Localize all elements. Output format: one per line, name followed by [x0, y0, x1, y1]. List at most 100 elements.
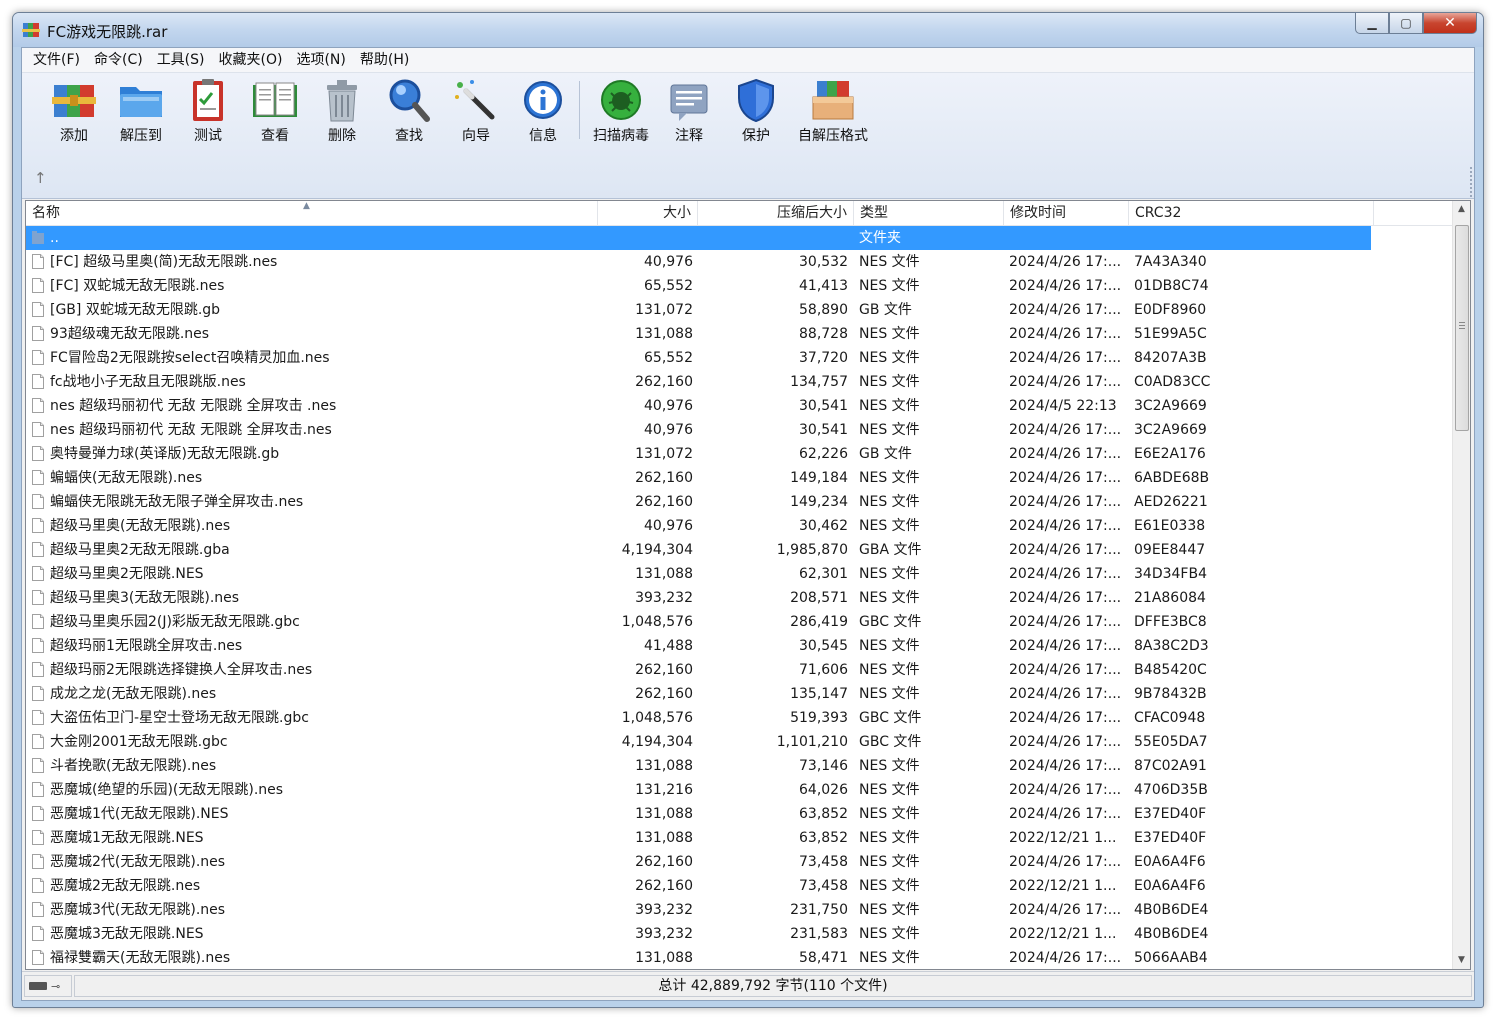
file-row[interactable]: 大金刚2001无敌无限跳.gbc 4,194,304 1,101,210 GBC 文件…: [26, 730, 1454, 754]
menu-item-3[interactable]: 收藏夹(O): [212, 48, 290, 72]
toolbar-grip[interactable]: [1470, 167, 1472, 197]
file-row[interactable]: 斗者挽歌(无敌无限跳).nes 131,088 73,146 NES 文件 2024/4…: [26, 754, 1454, 778]
file-row[interactable]: 恶魔城1代(无敌无限跳).NES 131,088 63,852 NES 文件 2024/…: [26, 802, 1454, 826]
file-name: 93超级魂无敌无限跳.nes: [50, 326, 210, 342]
file-size: 393,232: [635, 590, 693, 606]
toolbar-protect-button[interactable]: 保护: [723, 77, 789, 144]
column-header-modified[interactable]: 修改时间: [1004, 201, 1129, 225]
toolbar-wizard-button[interactable]: 向导: [443, 77, 509, 144]
menu-item-5[interactable]: 帮助(H): [353, 48, 416, 72]
file-row[interactable]: [FC] 超级马里奥(简)无敌无限跳.nes 40,976 30,532 NES 文件…: [26, 250, 1454, 274]
file-modified: 2024/4/26 17:...: [1009, 254, 1122, 270]
file-row[interactable]: 成龙之龙(无敌无限跳).nes 262,160 135,147 NES 文件 2024/…: [26, 682, 1454, 706]
column-name-label: 名称: [32, 205, 60, 221]
toolbar-view-button[interactable]: 查看: [242, 77, 308, 144]
column-header-packed[interactable]: 压缩后大小: [698, 201, 854, 225]
file-packed-size: 1,985,870: [776, 542, 848, 558]
file-modified: 2024/4/26 17:...: [1009, 662, 1122, 678]
column-header-crc[interactable]: CRC32: [1129, 201, 1374, 225]
menu-item-4[interactable]: 选项(N): [289, 48, 352, 72]
file-crc: 21A86084: [1134, 590, 1206, 606]
toolbar-find-button[interactable]: 查找: [376, 77, 442, 144]
file-packed-size: 58,471: [799, 950, 848, 966]
file-type: NES 文件: [859, 374, 920, 390]
toolbar-extract-button[interactable]: 解压到: [108, 77, 174, 144]
file-row[interactable]: fc战地小子无敌且无限跳版.nes 262,160 134,757 NES 文件 202…: [26, 370, 1454, 394]
parent-folder-row[interactable]: .. 文件夹: [26, 226, 1371, 250]
file-size: 131,088: [635, 758, 693, 774]
file-row[interactable]: 恶魔城3无敌无限跳.NES 393,232 231,583 NES 文件 2022/12…: [26, 922, 1454, 946]
toolbar-comment-button[interactable]: 注释: [656, 77, 722, 144]
file-row[interactable]: 恶魔城1无敌无限跳.NES 131,088 63,852 NES 文件 2022/12/…: [26, 826, 1454, 850]
file-row[interactable]: 恶魔城2无敌无限跳.nes 262,160 73,458 NES 文件 2022/12/…: [26, 874, 1454, 898]
up-one-level-button[interactable]: ↑: [34, 169, 47, 187]
toolbar-comment-label: 注释: [675, 128, 703, 144]
file-icon: [32, 398, 44, 413]
toolbar-info-button[interactable]: 信息: [510, 77, 576, 144]
file-packed-size: 231,750: [790, 902, 848, 918]
title-bar[interactable]: FC游戏无限跳.rar ▁ ▢ ✕: [13, 13, 1483, 47]
file-type: GB 文件: [859, 302, 912, 318]
file-row[interactable]: 超级马里奥2无限跳.NES 131,088 62,301 NES 文件 2024/4/2…: [26, 562, 1454, 586]
maximize-button[interactable]: ▢: [1389, 13, 1423, 34]
comment-icon: [670, 84, 708, 121]
file-packed-size: 41,413: [799, 278, 848, 294]
file-packed-size: 73,146: [799, 758, 848, 774]
file-crc: 6ABDE68B: [1134, 470, 1210, 486]
file-row[interactable]: 奥特曼弹力球(英译版)无敌无限跳.gb 131,072 62,226 GB 文件 202…: [26, 442, 1454, 466]
file-row[interactable]: [FC] 双蛇城无敌无限跳.nes 65,552 41,413 NES 文件 2024/…: [26, 274, 1454, 298]
file-row[interactable]: 大盗伍佑卫门-星空士登场无敌无限跳.gbc 1,048,576 519,393 GBC…: [26, 706, 1454, 730]
file-packed-size: 30,541: [799, 422, 848, 438]
scroll-down-button[interactable]: ▼: [1453, 952, 1470, 969]
toolbar-delete-button[interactable]: 删除: [309, 77, 375, 144]
file-name: 超级玛丽1无限跳全屏攻击.nes: [50, 638, 243, 654]
file-icon: [32, 566, 44, 581]
file-name: nes 超级玛丽初代 无敌 无限跳 全屏攻击 .nes: [50, 398, 337, 414]
file-row[interactable]: nes 超级玛丽初代 无敌 无限跳 全屏攻击 .nes 40,976 30,541 N…: [26, 394, 1454, 418]
file-crc: 87C02A91: [1134, 758, 1207, 774]
file-row[interactable]: 超级玛丽2无限跳选择键换人全屏攻击.nes 262,160 71,606 NES 文件…: [26, 658, 1454, 682]
column-header-type[interactable]: 类型: [854, 201, 1004, 225]
file-row[interactable]: 蝙蝠侠无限跳无敌无限子弹全屏攻击.nes 262,160 149,234 NES 文件…: [26, 490, 1454, 514]
file-icon: [32, 326, 44, 341]
file-row[interactable]: 恶魔城3代(无敌无限跳).nes 393,232 231,750 NES 文件 2024…: [26, 898, 1454, 922]
scroll-thumb[interactable]: [1455, 225, 1469, 431]
column-header-name[interactable]: 名称: [26, 201, 598, 225]
file-row[interactable]: 93超级魂无敌无限跳.nes 131,088 88,728 NES 文件 2024/4/…: [26, 322, 1454, 346]
file-row[interactable]: nes 超级玛丽初代 无敌 无限跳 全屏攻击.nes 40,976 30,541 NE…: [26, 418, 1454, 442]
menu-item-0[interactable]: 文件(F): [26, 48, 87, 72]
file-size: 4,194,304: [621, 542, 693, 558]
file-packed-size: 286,419: [790, 614, 848, 630]
toolbar-sfx-button[interactable]: 自解压格式: [790, 77, 876, 144]
file-type: NES 文件: [859, 326, 920, 342]
status-drive-indicator[interactable]: ⊸: [24, 975, 72, 997]
file-row[interactable]: 超级马里奥2无敌无限跳.gba 4,194,304 1,985,870 GBA 文件 2…: [26, 538, 1454, 562]
window-title: FC游戏无限跳.rar: [47, 23, 168, 41]
file-row[interactable]: 超级马里奥3(无敌无限跳).nes 393,232 208,571 NES 文件 202…: [26, 586, 1454, 610]
file-row[interactable]: 蝙蝠侠(无敌无限跳).nes 262,160 149,184 NES 文件 2024/4…: [26, 466, 1454, 490]
file-packed-size: 64,026: [799, 782, 848, 798]
file-type: NES 文件: [859, 950, 920, 966]
close-button[interactable]: ✕: [1423, 13, 1477, 34]
menu-item-1[interactable]: 命令(C): [87, 48, 150, 72]
file-modified: 2024/4/26 17:...: [1009, 950, 1122, 966]
file-row[interactable]: 恶魔城2代(无敌无限跳).nes 262,160 73,458 NES 文件 2024/…: [26, 850, 1454, 874]
vertical-scrollbar[interactable]: ▲ ▼: [1452, 201, 1470, 969]
menu-item-2[interactable]: 工具(S): [150, 48, 212, 72]
toolbar-add-button[interactable]: 添加: [41, 77, 107, 144]
file-list[interactable]: 名称 ▲ 大小 压缩后大小 类型 修改时间 CRC32 .. 文件夹 [FC] …: [25, 200, 1471, 970]
toolbar: 添加 解压到 测试 查看 删除 查找 向导 信息 扫描病毒 注释 保护 自解压格…: [22, 73, 1474, 199]
toolbar-virus-scan-button[interactable]: 扫描病毒: [587, 77, 655, 144]
minimize-button[interactable]: ▁: [1355, 13, 1389, 34]
toolbar-test-button[interactable]: 测试: [175, 77, 241, 144]
file-row[interactable]: FC冒险岛2无限跳按select召唤精灵加血.nes 65,552 37,720 NE…: [26, 346, 1454, 370]
file-row[interactable]: 超级玛丽1无限跳全屏攻击.nes 41,488 30,545 NES 文件 2024/4…: [26, 634, 1454, 658]
file-row[interactable]: [GB] 双蛇城无敌无限跳.gb 131,072 58,890 GB 文件 2024/4…: [26, 298, 1454, 322]
file-row[interactable]: 超级马里奥乐园2(J)彩版无敌无限跳.gbc 1,048,576 286,419 GB…: [26, 610, 1454, 634]
file-row[interactable]: 超级马里奥(无敌无限跳).nes 40,976 30,462 NES 文件 2024/4…: [26, 514, 1454, 538]
column-header-size[interactable]: 大小: [598, 201, 698, 225]
file-row[interactable]: 恶魔城(绝望的乐园)(无敌无限跳).nes 131,216 64,026 NES 文件…: [26, 778, 1454, 802]
file-crc: 4B0B6DE4: [1134, 902, 1209, 918]
file-row[interactable]: 福禄雙霸天(无敌无限跳).nes 131,088 58,471 NES 文件 2024/…: [26, 946, 1454, 969]
scroll-up-button[interactable]: ▲: [1453, 201, 1470, 218]
